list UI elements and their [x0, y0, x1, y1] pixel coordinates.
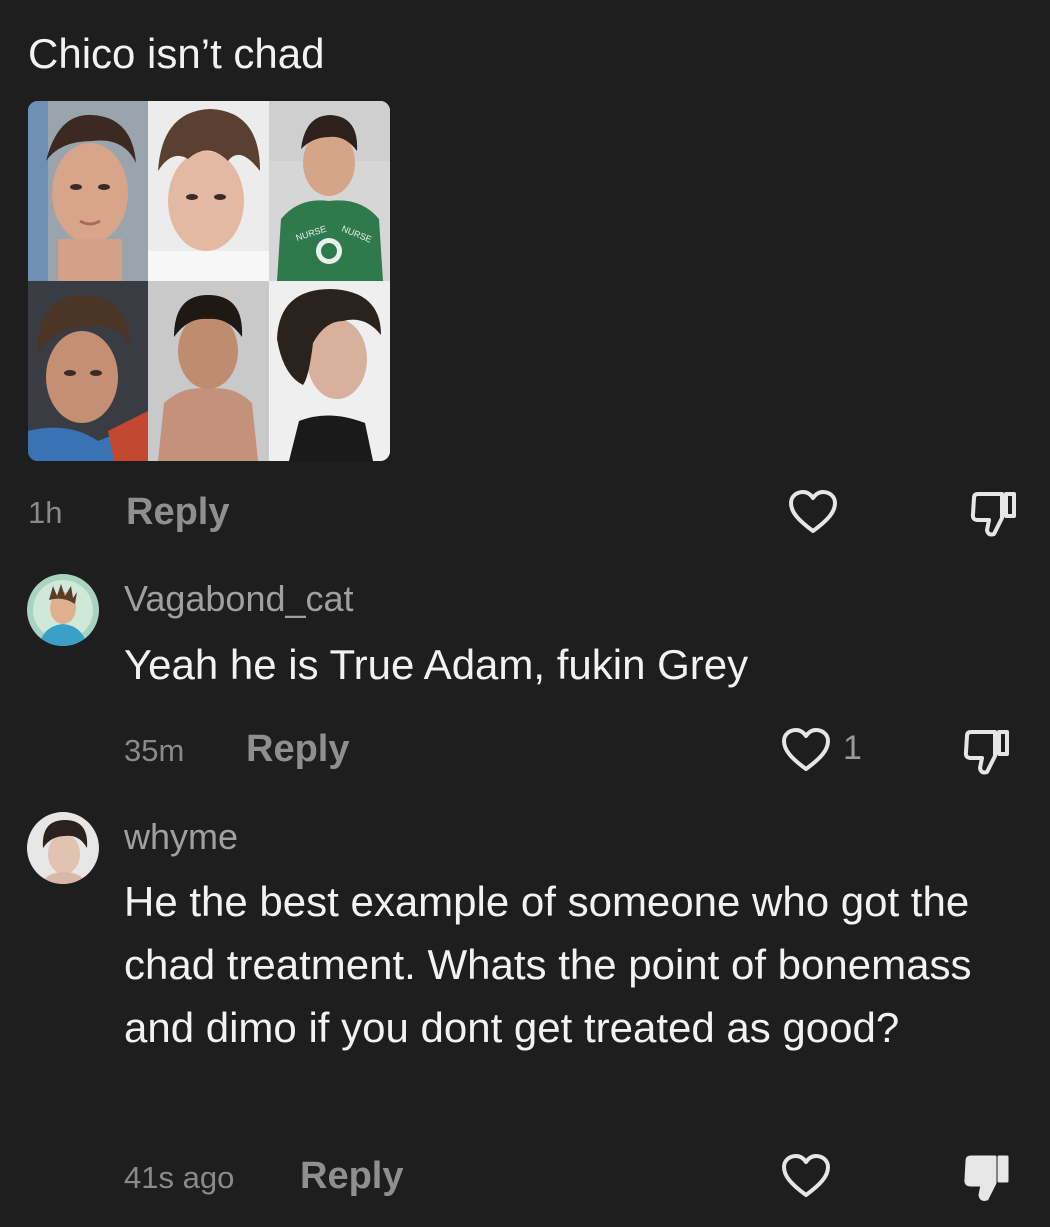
timestamp: 41s ago	[124, 1160, 235, 1195]
dislike-filled-icon[interactable]	[961, 1153, 1013, 1203]
username[interactable]: whyme	[124, 816, 238, 858]
dislike-icon[interactable]	[968, 490, 1020, 538]
heart-icon[interactable]	[781, 727, 831, 773]
photo-5	[148, 281, 269, 461]
reply-button[interactable]: Reply	[300, 1155, 403, 1198]
reply-button[interactable]: Reply	[246, 728, 349, 771]
timestamp: 35m	[124, 733, 185, 768]
avatar[interactable]	[27, 574, 99, 646]
reply-button[interactable]: Reply	[126, 491, 229, 534]
reply-text: He the best example of someone who got t…	[124, 878, 972, 1051]
photo-6	[269, 281, 390, 461]
photo-4	[28, 281, 148, 461]
heart-icon[interactable]	[781, 1153, 831, 1199]
reply-text: Yeah he is True Adam, fukin Grey	[124, 641, 749, 688]
avatar[interactable]	[27, 812, 99, 884]
photo-collage[interactable]: NURSE NURSE	[28, 101, 390, 461]
photo-1	[28, 101, 148, 281]
like-count: 1	[843, 729, 862, 767]
photo-2	[148, 101, 269, 281]
photo-3: NURSE NURSE	[269, 101, 390, 281]
timestamp: 1h	[28, 495, 63, 530]
comment-text: Chico isn’t chad	[28, 30, 325, 77]
heart-icon[interactable]	[788, 489, 838, 535]
dislike-icon[interactable]	[961, 728, 1013, 776]
username[interactable]: Vagabond_cat	[124, 578, 354, 620]
